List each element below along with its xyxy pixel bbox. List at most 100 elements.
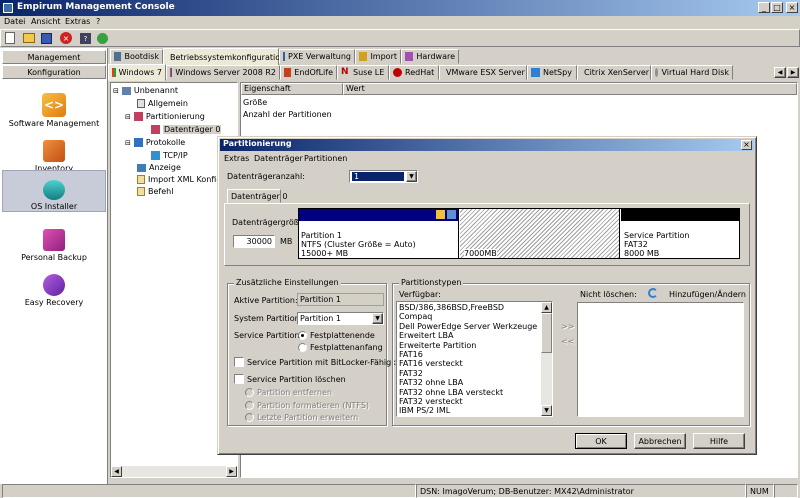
help-book-icon[interactable]: ?	[80, 33, 91, 44]
status-green-icon[interactable]	[97, 33, 108, 44]
partition-type-item[interactable]: Intel Rapid Start-Partition (NTFS)	[397, 416, 541, 417]
tree-item-partitionierung[interactable]: ⊟ Partitionierung	[125, 110, 205, 123]
radio-partition-formatieren[interactable]	[245, 401, 254, 410]
refresh-icon[interactable]	[648, 288, 658, 298]
tab-vmware-esx[interactable]: VMware ESX Server	[439, 65, 527, 80]
window-titlebar[interactable]: Empirum Management Console _ □ ×	[0, 0, 800, 16]
dialog-menu-extras[interactable]: Extras	[224, 154, 249, 163]
nav-item-software-management[interactable]: <> Software Management	[4, 84, 104, 128]
header-eigenschaft[interactable]: Eigenschaft	[241, 83, 343, 95]
tab-netspy[interactable]: NetSpy	[527, 65, 577, 80]
menu-help[interactable]: ?	[96, 17, 100, 26]
tab-virtual-hard-disk[interactable]: Virtual Hard Disk	[651, 65, 733, 80]
nav-item-os-installer[interactable]: OS Installer	[2, 170, 106, 212]
property-row[interactable]: Anzahl der Partitionen	[243, 110, 332, 119]
checkbox-bitlocker[interactable]	[234, 357, 244, 367]
tab-suse-le[interactable]: N Suse LE	[337, 65, 389, 80]
tree-item-unbenannt[interactable]: ⊟ Unbenannt	[113, 84, 178, 97]
header-wert[interactable]: Wert	[343, 83, 797, 95]
tab-import[interactable]: Import	[355, 49, 401, 64]
scroll-right-button[interactable]: ▶	[226, 466, 237, 477]
nav-item-inventory[interactable]: Inventory	[4, 129, 104, 173]
dialog-menu-datentraeger[interactable]: Datenträger	[254, 154, 303, 163]
radio-partition-erweitern[interactable]	[245, 413, 254, 422]
scroll-down-button[interactable]: ▼	[541, 405, 552, 416]
toolbar: × ?	[0, 29, 800, 47]
nicht-loeschen-list[interactable]	[577, 302, 744, 417]
partition-type-item[interactable]: IBM PS/2 IML	[397, 406, 541, 415]
property-row[interactable]: Größe	[243, 98, 267, 107]
partition-type-item[interactable]: FAT32	[397, 369, 541, 378]
tree-hscrollbar[interactable]: ◀ ▶	[111, 466, 237, 477]
ok-button[interactable]: OK	[575, 433, 627, 449]
tab-scroll-left-button[interactable]: ◀	[774, 67, 786, 78]
checkbox-loeschen[interactable]	[234, 374, 244, 384]
available-types-list[interactable]: BSD/386,386BSD,FreeBSD Compaq Dell PowerEd…	[396, 301, 553, 417]
stop-icon[interactable]: ×	[60, 32, 72, 44]
partition-type-item[interactable]: FAT32 ohne LBA	[397, 378, 541, 387]
scroll-left-button[interactable]: ◀	[111, 466, 122, 477]
tab-pxe-verwaltung[interactable]: PXE Verwaltung	[279, 49, 355, 64]
tab-bootdisk[interactable]: Bootdisk	[110, 49, 163, 64]
tree-item-befehl[interactable]: Befehl	[137, 185, 173, 198]
disk-size-input[interactable]: 30000	[233, 235, 275, 248]
save-icon[interactable]	[41, 33, 52, 44]
vhd-icon	[655, 68, 659, 77]
partition-type-item[interactable]: Dell PowerEdge Server Werkzeuge	[397, 322, 541, 331]
types-vscrollbar[interactable]: ▲ ▼	[541, 302, 552, 416]
open-folder-icon[interactable]	[23, 33, 35, 43]
partition-type-item[interactable]: Erweitert LBA	[397, 331, 541, 340]
tab-scroll-right-button[interactable]: ▶	[787, 67, 799, 78]
maximize-button[interactable]: □	[771, 2, 783, 13]
nav-button-management[interactable]: Management	[2, 50, 106, 64]
tab-hardware[interactable]: Hardware	[401, 49, 459, 64]
radio-partition-entfernen[interactable]	[245, 388, 254, 397]
chevron-down-icon[interactable]: ▼	[406, 171, 417, 182]
partition-type-item[interactable]: FAT32 ohne LBA versteckt	[397, 388, 541, 397]
nav-button-konfiguration[interactable]: Konfiguration	[2, 65, 106, 79]
close-button[interactable]: ×	[786, 2, 798, 13]
move-left-button[interactable]: <<	[561, 337, 574, 346]
partition-type-item[interactable]: FAT32 versteckt	[397, 397, 541, 406]
tab-windows-server-2008[interactable]: Windows Server 2008 R2	[166, 65, 280, 80]
help-button[interactable]: Hilfe	[693, 433, 745, 449]
tab-redhat[interactable]: RedHat	[389, 65, 439, 80]
new-icon[interactable]	[5, 32, 15, 44]
menu-extras[interactable]: Extras	[65, 17, 90, 26]
dialog-menu-partitionen[interactable]: Partitionen	[304, 154, 347, 163]
move-right-button[interactable]: >>	[561, 322, 574, 331]
tree-item-allgemein[interactable]: Allgemein	[137, 97, 188, 110]
partition-type-item[interactable]: Compaq	[397, 312, 541, 321]
system-partition-select[interactable]: Partition 1 ▼	[297, 312, 384, 325]
dialog-close-button[interactable]: ×	[741, 140, 752, 150]
tree-item-datentraeger-0[interactable]: Datenträger 0	[151, 123, 222, 136]
minimize-button[interactable]: _	[758, 2, 770, 13]
add-change-label[interactable]: Hinzufügen/Ändern	[669, 290, 746, 299]
radio-festplattenende[interactable]	[298, 331, 307, 340]
menu-datei[interactable]: Datei	[4, 17, 25, 26]
unallocated-space[interactable]: 7000MB	[460, 209, 620, 258]
disk-count-label: Datenträgeranzahl:	[227, 172, 305, 181]
tab-datentraeger-0[interactable]: Datenträger 0	[227, 189, 287, 203]
disk-count-select[interactable]: 1 ▼	[349, 170, 418, 183]
scroll-thumb[interactable]	[541, 313, 552, 353]
dialog-titlebar[interactable]: Partitionierung ×	[220, 139, 754, 151]
tab-windows-7[interactable]: Windows 7	[108, 64, 166, 81]
tab-citrix-xenserver[interactable]: Citrix XenServer	[577, 65, 651, 80]
tree-item-protokolle[interactable]: ⊟ Protokolle	[125, 136, 185, 149]
scroll-up-button[interactable]: ▲	[541, 302, 552, 313]
partition-type-item[interactable]: Erweiterte Partition	[397, 341, 541, 350]
tab-betriebssystemkonfiguration[interactable]: Betriebssystemkonfiguration	[163, 48, 285, 65]
partition-1[interactable]: Partition 1 NTFS (Cluster Größe = Auto) …	[299, 209, 459, 258]
partition-type-item[interactable]: BSD/386,386BSD,FreeBSD	[397, 303, 541, 312]
chevron-down-icon[interactable]: ▼	[372, 313, 383, 324]
partition-type-item[interactable]: FAT16 versteckt	[397, 359, 541, 368]
service-partition[interactable]: Service Partition FAT32 8000 MB	[621, 209, 739, 258]
partition-type-item[interactable]: FAT16	[397, 350, 541, 359]
nav-item-easy-recovery[interactable]: Easy Recovery	[4, 263, 104, 307]
cancel-button[interactable]: Abbrechen	[634, 433, 686, 449]
nav-item-personal-backup[interactable]: Personal Backup	[4, 218, 104, 262]
radio-festplattenanfang[interactable]	[298, 343, 307, 352]
tab-endoflife[interactable]: EndOfLife	[280, 65, 337, 80]
menu-ansicht[interactable]: Ansicht	[31, 17, 61, 26]
